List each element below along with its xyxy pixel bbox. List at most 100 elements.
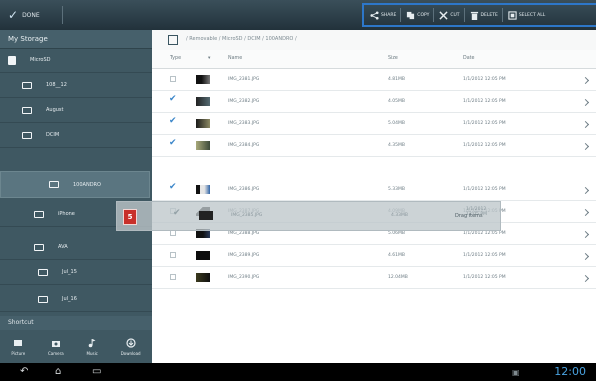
table-row[interactable]: IMG_2390.JPG 12.04MB 1/1/2012 12:05 PM	[152, 267, 596, 289]
system-nav-bar: ↶ ⌂ ▭ ▣ 12:00	[0, 363, 596, 381]
path-bar: / Removable / MicroSD / DCIM / 100ANDRO …	[152, 30, 596, 51]
file-name: IMG_2384.JPG	[228, 143, 260, 148]
chevron-icon[interactable]	[581, 98, 590, 107]
file-date: 1/1/2012 12:05 PM	[463, 143, 506, 148]
checked-icon[interactable]: ✔	[169, 138, 177, 148]
shortcut-camera[interactable]: Camera	[48, 338, 64, 356]
file-date: 1/1/2012 12:05 PM	[463, 99, 506, 104]
sidebar-item-label: August	[46, 107, 64, 113]
sidebar-item-100andro[interactable]: 100ANDRO	[0, 171, 150, 198]
file-size: 4.33MB	[391, 213, 408, 218]
sidebar-item-label: iPhone	[58, 211, 75, 217]
folder-icon	[34, 243, 44, 251]
folder-icon	[49, 181, 59, 188]
file-name: IMG_2383.JPG	[228, 121, 260, 126]
chevron-icon[interactable]	[581, 208, 590, 217]
file-name: IMG_2389.JPG	[228, 253, 260, 258]
file-date: 1/1/2012 12:05 PM	[463, 231, 506, 236]
chevron-icon[interactable]	[581, 252, 590, 261]
chevron-icon[interactable]	[581, 76, 590, 85]
file-list-pane: / Removable / MicroSD / DCIM / 100ANDRO …	[152, 30, 596, 363]
drag-shadow-row[interactable]: 5 ✔ IMG_2385.JPG 4.33MB 1/1/2012 12:05 P…	[116, 201, 501, 231]
shortcut-label: Download	[120, 350, 141, 356]
table-row[interactable]: ✔ IMG_2386.JPG 5.33MB 1/1/2012 12:05 PM	[152, 179, 596, 201]
table-row[interactable]: ✔ IMG_2382.JPG 4.05MB 1/1/2012 12:05 PM	[152, 91, 596, 113]
file-size: 4.61MB	[388, 253, 405, 258]
file-size: 5.33MB	[388, 187, 405, 192]
table-row[interactable]: IMG_2389.JPG 4.61MB 1/1/2012 12:05 PM	[152, 245, 596, 267]
image-thumbnail	[196, 273, 210, 282]
file-name: IMG_2390.JPG	[228, 275, 260, 280]
sidebar-item-ava[interactable]: AVA	[0, 235, 152, 260]
sidebar-item-108-12[interactable]: 108__12	[0, 73, 152, 98]
recent-apps-icon[interactable]: ▭	[92, 367, 101, 377]
chevron-icon[interactable]	[581, 230, 590, 239]
sd-card-icon	[8, 55, 16, 65]
sidebar-item-dcim[interactable]: DCIM	[0, 123, 152, 148]
file-date: 1/1/2012 12:05 PM	[463, 77, 506, 82]
cut-button[interactable]: CUT	[439, 8, 465, 22]
checked-icon: ✔	[173, 208, 181, 218]
sidebar-item-label: 108__12	[46, 82, 67, 88]
drag-items-label: Drag items	[455, 213, 483, 219]
shortcut-picture[interactable]: Picture	[11, 338, 25, 356]
action-bar: ✓ DONE SHARE COPY CUT DELETE SELECT ALL	[0, 0, 596, 30]
status-clock[interactable]: 12:00	[554, 365, 586, 378]
divider	[62, 6, 63, 24]
select-all-button[interactable]: SELECT ALL	[508, 10, 545, 20]
file-size: 12.04MB	[388, 275, 408, 280]
copy-button[interactable]: COPY	[406, 8, 435, 22]
row-checkbox[interactable]	[170, 252, 176, 258]
folder-icon	[34, 210, 44, 218]
folder-icon	[38, 295, 48, 303]
shortcut-label: Music	[86, 350, 98, 356]
folder-icon	[38, 268, 48, 276]
shortcut-download[interactable]: Download	[120, 337, 141, 356]
table-row[interactable]: IMG_2381.JPG 4.81MB 1/1/2012 12:05 PM	[152, 69, 596, 91]
shortcut-header: Shortcut	[0, 316, 152, 330]
chevron-icon[interactable]	[581, 274, 590, 283]
done-button[interactable]: ✓ DONE	[8, 0, 40, 30]
chevron-icon[interactable]	[581, 186, 590, 195]
folder-up-icon[interactable]	[168, 35, 178, 45]
shortcut-label: Picture	[11, 350, 26, 356]
column-size[interactable]: Size	[388, 56, 398, 61]
row-checkbox[interactable]	[170, 76, 176, 82]
notification-icon[interactable]: ▣	[512, 368, 520, 378]
image-thumbnail	[196, 119, 210, 128]
storage-sidebar: My Storage MicroSD 108__12 August DCIM 1…	[0, 30, 152, 363]
done-label: DONE	[22, 11, 40, 19]
checked-icon[interactable]: ✔	[169, 116, 177, 126]
table-row[interactable]: ✔ IMG_2383.JPG 5.04MB 1/1/2012 12:05 PM	[152, 113, 596, 135]
shortcut-bar: Picture Camera Music Download	[0, 330, 152, 363]
delete-button[interactable]: DELETE	[470, 8, 503, 22]
file-name: IMG_2386.JPG	[228, 187, 260, 192]
row-checkbox[interactable]	[170, 274, 176, 280]
my-storage-header: My Storage	[0, 30, 152, 49]
breadcrumb[interactable]: / Removable / MicroSD / DCIM / 100ANDRO …	[186, 36, 297, 42]
file-name: IMG_2381.JPG	[228, 77, 260, 82]
chevron-icon[interactable]	[581, 120, 590, 129]
sort-arrow-icon[interactable]: ▾	[208, 56, 210, 61]
column-date[interactable]: Date	[463, 56, 474, 61]
image-thumbnail	[196, 141, 210, 150]
sidebar-item-jul-16[interactable]: Jul_16	[0, 287, 152, 312]
chevron-icon[interactable]	[581, 142, 590, 151]
sidebar-item-microsd[interactable]: MicroSD	[0, 48, 152, 73]
checked-icon[interactable]: ✔	[169, 94, 177, 104]
checked-icon[interactable]: ✔	[169, 182, 177, 192]
delete-icon	[470, 11, 478, 20]
home-icon[interactable]: ⌂	[55, 367, 61, 377]
share-button[interactable]: SHARE	[370, 8, 402, 22]
table-row[interactable]: ✔ IMG_2384.JPG 4.35MB 1/1/2012 12:05 PM	[152, 135, 596, 157]
camera-icon	[51, 340, 60, 347]
music-icon	[88, 338, 96, 347]
file-size: 4.81MB	[388, 77, 405, 82]
sidebar-item-jul-15[interactable]: Jul_15	[0, 260, 152, 285]
column-type[interactable]: Type	[170, 56, 181, 61]
sidebar-item-august[interactable]: August	[0, 98, 152, 123]
back-icon[interactable]: ↶	[20, 367, 28, 377]
shortcut-music[interactable]: Music	[87, 338, 98, 356]
delete-label: DELETE	[480, 12, 498, 18]
column-name[interactable]: Name	[228, 56, 242, 61]
